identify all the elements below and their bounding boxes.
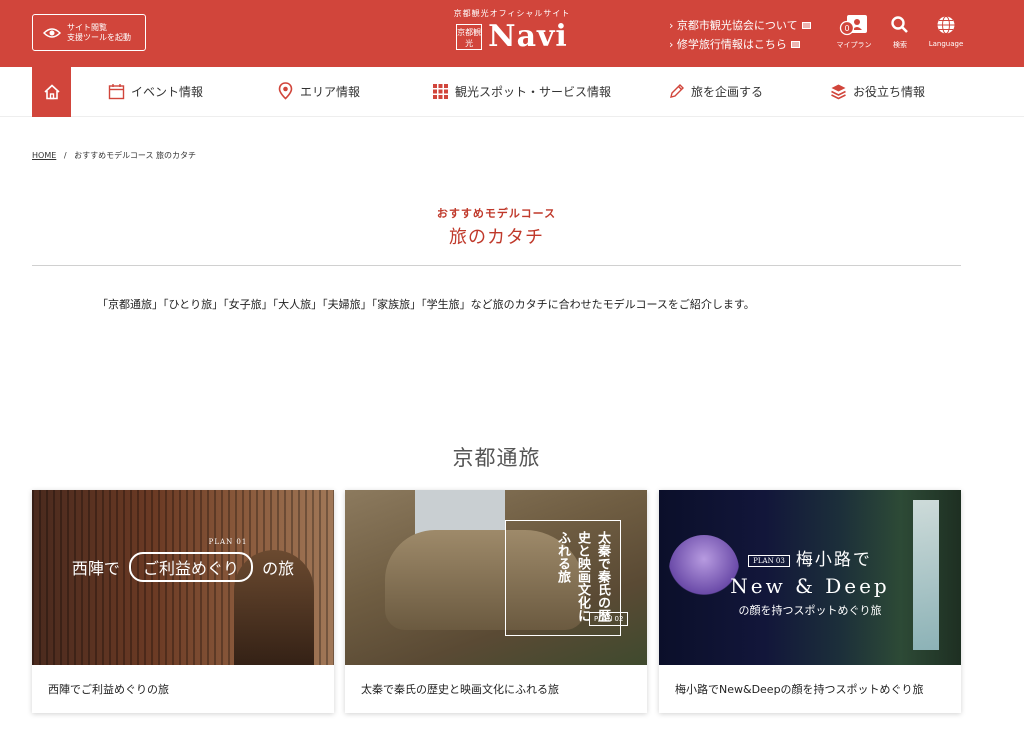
language-label: Language: [928, 40, 964, 48]
myplan-icon: 0: [839, 15, 867, 36]
header-tools: 0 マイプラン 検索 Language: [832, 14, 970, 50]
nav-item-areas[interactable]: エリア情報: [277, 81, 360, 101]
logo-seal: 京都観光: [456, 24, 483, 50]
header-links: › 京都市観光協会について › 修学旅行情報はこちら: [669, 16, 811, 54]
overlay-text-post: の旅: [262, 559, 295, 578]
page-title: 旅のカタチ: [449, 227, 544, 248]
chevron-right-icon: ›: [669, 19, 677, 32]
myplan-button[interactable]: 0 マイプラン: [832, 14, 876, 50]
section-title: 京都通旅: [452, 446, 541, 470]
grid-icon: [433, 83, 448, 99]
breadcrumb-home[interactable]: HOME: [32, 151, 56, 160]
logo-tagline: 京都観光オフィシャルサイト: [453, 9, 571, 18]
divider: [32, 265, 961, 266]
global-nav: イベント情報 エリア情報 観光スポット・サービス情報 旅を企画する お役立ち情報: [0, 67, 1024, 117]
plan-number: PLAN 03: [748, 554, 790, 567]
nav-item-events[interactable]: イベント情報: [108, 81, 203, 101]
myplan-label: マイプラン: [836, 41, 872, 49]
home-icon: [43, 84, 60, 100]
link-about-association[interactable]: › 京都市観光協会について: [669, 16, 811, 35]
page-lead-text: 「京都通旅」「ひとり旅」「女子旅」「大人旅」「夫婦旅」「家族旅」「学生旅」など旅…: [97, 298, 755, 311]
plan-number: PLAN 01: [208, 538, 248, 546]
course-card-caption: 太秦で秦氏の歴史と映画文化にふれる旅: [361, 683, 559, 696]
building-background: [415, 490, 505, 535]
course-card-overlay: PLAN 01 西陣で ご利益めぐり の旅: [32, 538, 334, 582]
accessibility-tool-label: サイト閲覧 支援ツールを起動: [67, 22, 131, 42]
overlay-text-pre: 西陣で: [71, 559, 120, 578]
page-subtitle: おすすめモデルコース: [436, 207, 557, 220]
language-button[interactable]: Language: [924, 14, 968, 50]
external-link-icon: [801, 22, 811, 29]
overlay-text-line3: の顔を持つスポットめぐり旅: [738, 604, 882, 617]
external-link-icon: [790, 41, 800, 48]
course-card-image: 太秦で秦氏の歴史と映画文化にふれる旅 PLAN 02: [345, 490, 647, 665]
link-school-trip[interactable]: › 修学旅行情報はこちら: [669, 35, 811, 54]
home-button[interactable]: [32, 67, 71, 117]
map-pin-icon: [278, 82, 293, 100]
search-icon: [891, 16, 908, 33]
overlay-text-line1: 梅小路で: [795, 550, 872, 570]
course-card-caption: 梅小路でNew&Deepの顔を持つスポットめぐり旅: [675, 683, 924, 696]
course-card-overlay: PLAN 03 梅小路で New & Deep の顔を持つスポットめぐり旅: [659, 545, 961, 618]
nav-item-areas-label: エリア情報: [300, 84, 361, 99]
course-card-image: PLAN 01 西陣で ご利益めぐり の旅: [32, 490, 334, 665]
overlay-text-line2: New & Deep: [730, 574, 890, 598]
overlay-text-pill: ご利益めぐり: [128, 552, 253, 582]
course-card-nishijin[interactable]: PLAN 01 西陣で ご利益めぐり の旅 西陣でご利益めぐりの旅: [32, 490, 334, 713]
nav-item-useful-info-label: お役立ち情報: [853, 84, 926, 99]
nav-item-events-label: イベント情報: [131, 84, 204, 99]
nav-item-useful-info[interactable]: お役立ち情報: [830, 81, 925, 101]
calendar-icon: [108, 83, 125, 99]
course-card-uzumasa[interactable]: 太秦で秦氏の歴史と映画文化にふれる旅 PLAN 02 太秦で秦氏の歴史と映画文化…: [345, 490, 647, 713]
logo-name: Navi: [488, 19, 568, 54]
chevron-right-icon: ›: [669, 38, 677, 51]
page-heading: おすすめモデルコース 旅のカタチ: [32, 205, 961, 249]
breadcrumb-separator: /: [63, 151, 67, 160]
myplan-count: 0: [844, 24, 849, 33]
accessibility-tool-button[interactable]: サイト閲覧 支援ツールを起動: [32, 14, 146, 51]
course-card-caption: 西陣でご利益めぐりの旅: [48, 683, 169, 696]
search-button[interactable]: 検索: [878, 14, 922, 50]
site-logo[interactable]: 京都観光オフィシャルサイト 京都観光 Navi: [430, 8, 594, 60]
nav-item-spots[interactable]: 観光スポット・サービス情報: [432, 81, 611, 101]
course-card-image: PLAN 03 梅小路で New & Deep の顔を持つスポットめぐり旅: [659, 490, 961, 665]
breadcrumb-current: おすすめモデルコース 旅のカタチ: [74, 151, 197, 160]
breadcrumb: HOME / おすすめモデルコース 旅のカタチ: [32, 150, 196, 161]
nav-item-spots-label: 観光スポット・サービス情報: [455, 84, 612, 99]
stacked-books-icon: [831, 84, 846, 99]
course-card-umekoji[interactable]: PLAN 03 梅小路で New & Deep の顔を持つスポットめぐり旅 梅小路…: [659, 490, 961, 713]
eye-icon: [43, 27, 61, 38]
pencil-icon: [670, 83, 684, 98]
search-label: 検索: [893, 41, 907, 49]
nav-item-plan-trip[interactable]: 旅を企画する: [668, 81, 763, 101]
link-about-association-label: 京都市観光協会について: [676, 19, 798, 32]
plan-number: PLAN 02: [589, 612, 629, 626]
site-header: サイト閲覧 支援ツールを起動 京都観光オフィシャルサイト 京都観光 Navi ›…: [0, 0, 1024, 67]
nav-item-plan-trip-label: 旅を企画する: [691, 84, 764, 99]
globe-icon: [937, 16, 955, 34]
link-school-trip-label: 修学旅行情報はこちら: [676, 38, 787, 51]
